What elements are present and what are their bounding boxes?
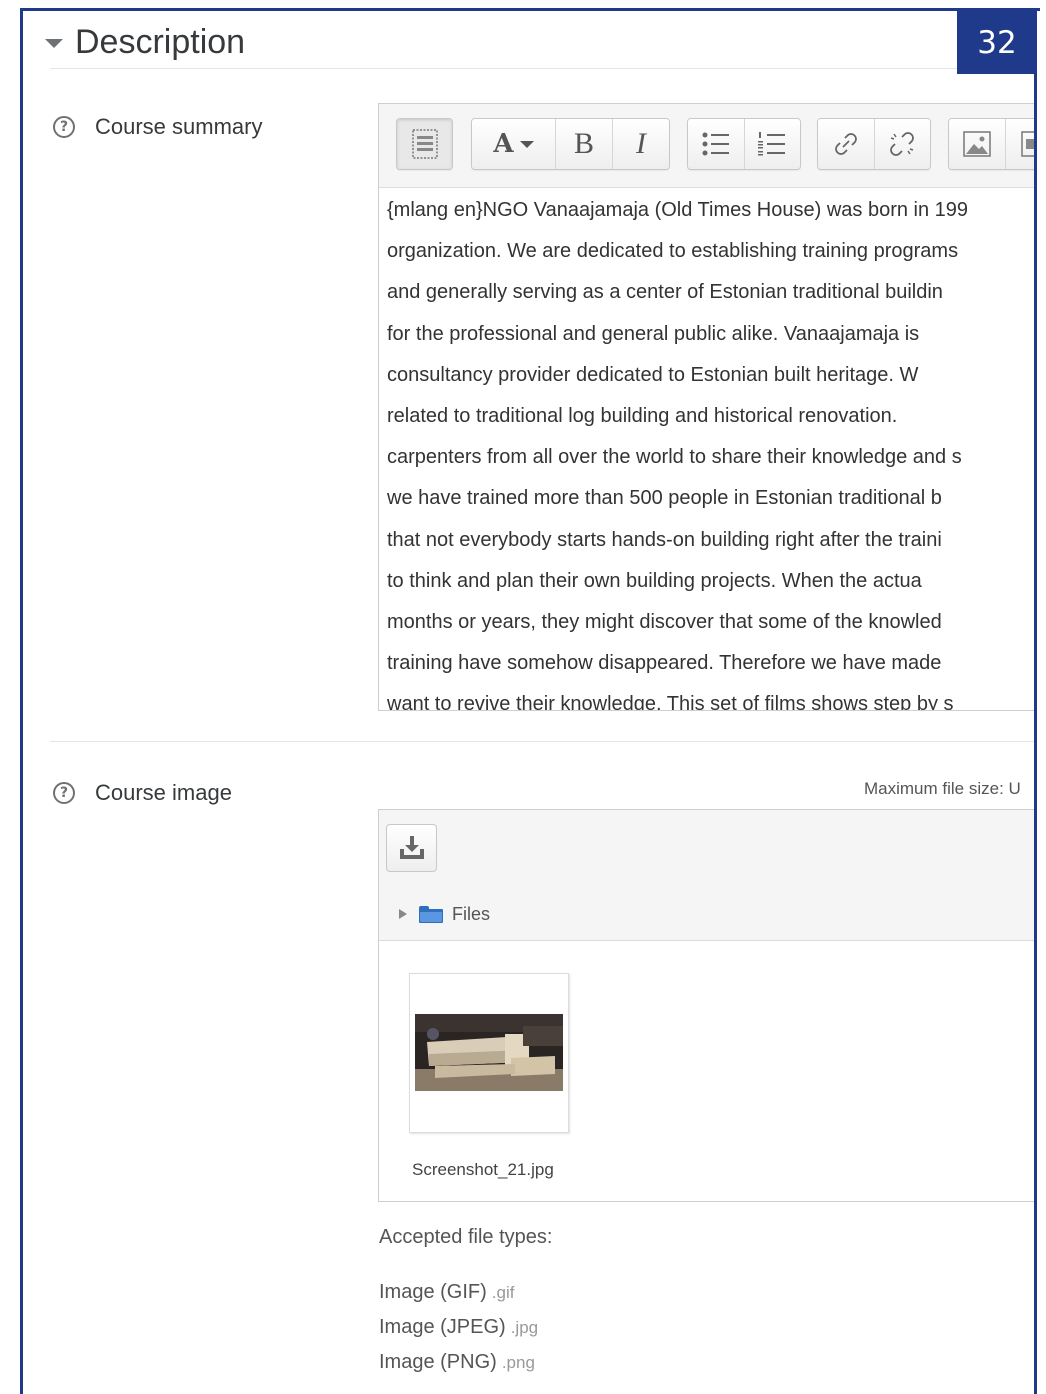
page-content: Description ? Course summary A B I {mlan… <box>23 11 1034 1394</box>
bold-button[interactable]: B <box>556 119 613 169</box>
accepted-types-title: Accepted file types: <box>379 1226 553 1248</box>
file-thumbnail-tile[interactable] <box>409 973 569 1133</box>
caret-down-icon <box>519 140 534 148</box>
section-divider <box>50 68 1034 69</box>
triangle-right-icon[interactable] <box>399 909 407 919</box>
unlink-button[interactable] <box>874 119 930 169</box>
toolbar-group-text: A B I <box>471 118 670 170</box>
editor-line: to think and plan their own building pro… <box>387 569 922 592</box>
download-tray-icon <box>399 836 424 859</box>
max-file-size: Maximum file size: U <box>864 779 1021 798</box>
editor-line: and generally serving as a center of Est… <box>387 281 943 304</box>
italic-icon: I <box>636 127 646 160</box>
font-style-icon: A <box>493 129 514 159</box>
course-image-label-text: Course image <box>95 780 232 805</box>
filemanager-toolbar <box>379 810 1034 889</box>
course-summary-label: ? Course summary <box>53 114 262 140</box>
bullet-list-button[interactable] <box>688 119 745 169</box>
question-circle-icon[interactable]: ? <box>53 782 75 804</box>
italic-button[interactable]: I <box>613 119 669 169</box>
editor-content[interactable]: {mlang en}NGO Vanaajamaja (Old Times Hou… <box>387 190 1034 711</box>
unlink-icon <box>890 132 915 156</box>
file-name[interactable]: Screenshot_21.jpg <box>412 1160 554 1180</box>
editor-line: we have trained more than 500 people in … <box>387 487 942 510</box>
section-header-description[interactable]: Description <box>45 17 245 67</box>
frame-border-right <box>1034 8 1037 1394</box>
path-label[interactable]: Files <box>452 904 490 925</box>
numbered-list-icon <box>758 132 786 156</box>
course-summary-editor[interactable]: A B I {mlang en}NGO Vanaajamaja (Old Tim… <box>378 103 1034 711</box>
media-icon <box>1021 131 1034 157</box>
section-title: Description <box>75 22 246 61</box>
page-number-badge: 32 <box>957 11 1037 74</box>
editor-line: consultancy provider dedicated to Estoni… <box>387 363 919 386</box>
toolbar-toggle-button[interactable] <box>397 119 452 169</box>
course-image-label: ? Course image <box>53 780 232 806</box>
toolbar-group-links <box>817 118 931 170</box>
editor-line: want to revive their knowledge. This set… <box>387 693 954 711</box>
accepted-type-ext: .gif <box>491 1283 515 1302</box>
field-divider <box>50 741 1034 742</box>
frame-border-top <box>20 8 1040 11</box>
toolbar-group-toggle <box>396 118 453 170</box>
editor-line: related to traditional log building and … <box>387 404 898 427</box>
accepted-type-name: Image (GIF) <box>379 1281 487 1303</box>
accepted-type-item: Image (PNG) .png <box>379 1351 535 1374</box>
toolbar-group-lists <box>687 118 801 170</box>
course-summary-label-text: Course summary <box>95 114 263 139</box>
accepted-type-ext: .png <box>501 1353 535 1372</box>
accepted-type-name: Image (PNG) <box>379 1351 497 1373</box>
accepted-type-item: Image (JPEG) .jpg <box>379 1316 538 1339</box>
toolbar-toggle-icon <box>411 129 438 159</box>
folder-icon <box>419 905 443 923</box>
font-style-button[interactable]: A <box>472 119 556 169</box>
accepted-type-item: Image (GIF) .gif <box>379 1281 514 1304</box>
image-icon <box>963 131 991 157</box>
question-circle-icon[interactable]: ? <box>53 116 75 138</box>
editor-line: {mlang en}NGO Vanaajamaja (Old Times Hou… <box>387 199 969 221</box>
link-icon <box>834 133 857 155</box>
numbered-list-button[interactable] <box>744 119 800 169</box>
caret-down-icon <box>45 38 63 48</box>
accepted-type-name: Image (JPEG) <box>379 1316 506 1338</box>
editor-line: organization. We are dedicated to establ… <box>387 240 959 263</box>
editor-toolbar: A B I <box>379 104 1034 188</box>
editor-line: carpenters from all over the world to sh… <box>387 446 962 469</box>
add-file-button[interactable] <box>386 824 437 872</box>
editor-line: training have somehow disappeared. There… <box>387 652 942 675</box>
toolbar-group-media <box>948 118 1034 170</box>
media-button[interactable] <box>1005 119 1034 169</box>
bold-icon: B <box>573 127 594 160</box>
link-button[interactable] <box>818 119 875 169</box>
filemanager-path-bar: Files <box>379 888 1034 941</box>
frame-border-left <box>20 8 23 1394</box>
editor-line: months or years, they might discover tha… <box>387 610 942 633</box>
accepted-type-ext: .jpg <box>510 1318 539 1337</box>
bullet-list-icon <box>702 132 729 156</box>
course-image-filemanager: Files Screenshot_21.jpg <box>378 809 1034 1202</box>
editor-line: that not everybody starts hands-on build… <box>387 528 942 551</box>
file-thumbnail-image <box>415 1014 563 1091</box>
document-frame: Description ? Course summary A B I {mlan… <box>0 0 1046 1394</box>
editor-line: for the professional and general public … <box>387 322 920 345</box>
image-button[interactable] <box>949 119 1006 169</box>
